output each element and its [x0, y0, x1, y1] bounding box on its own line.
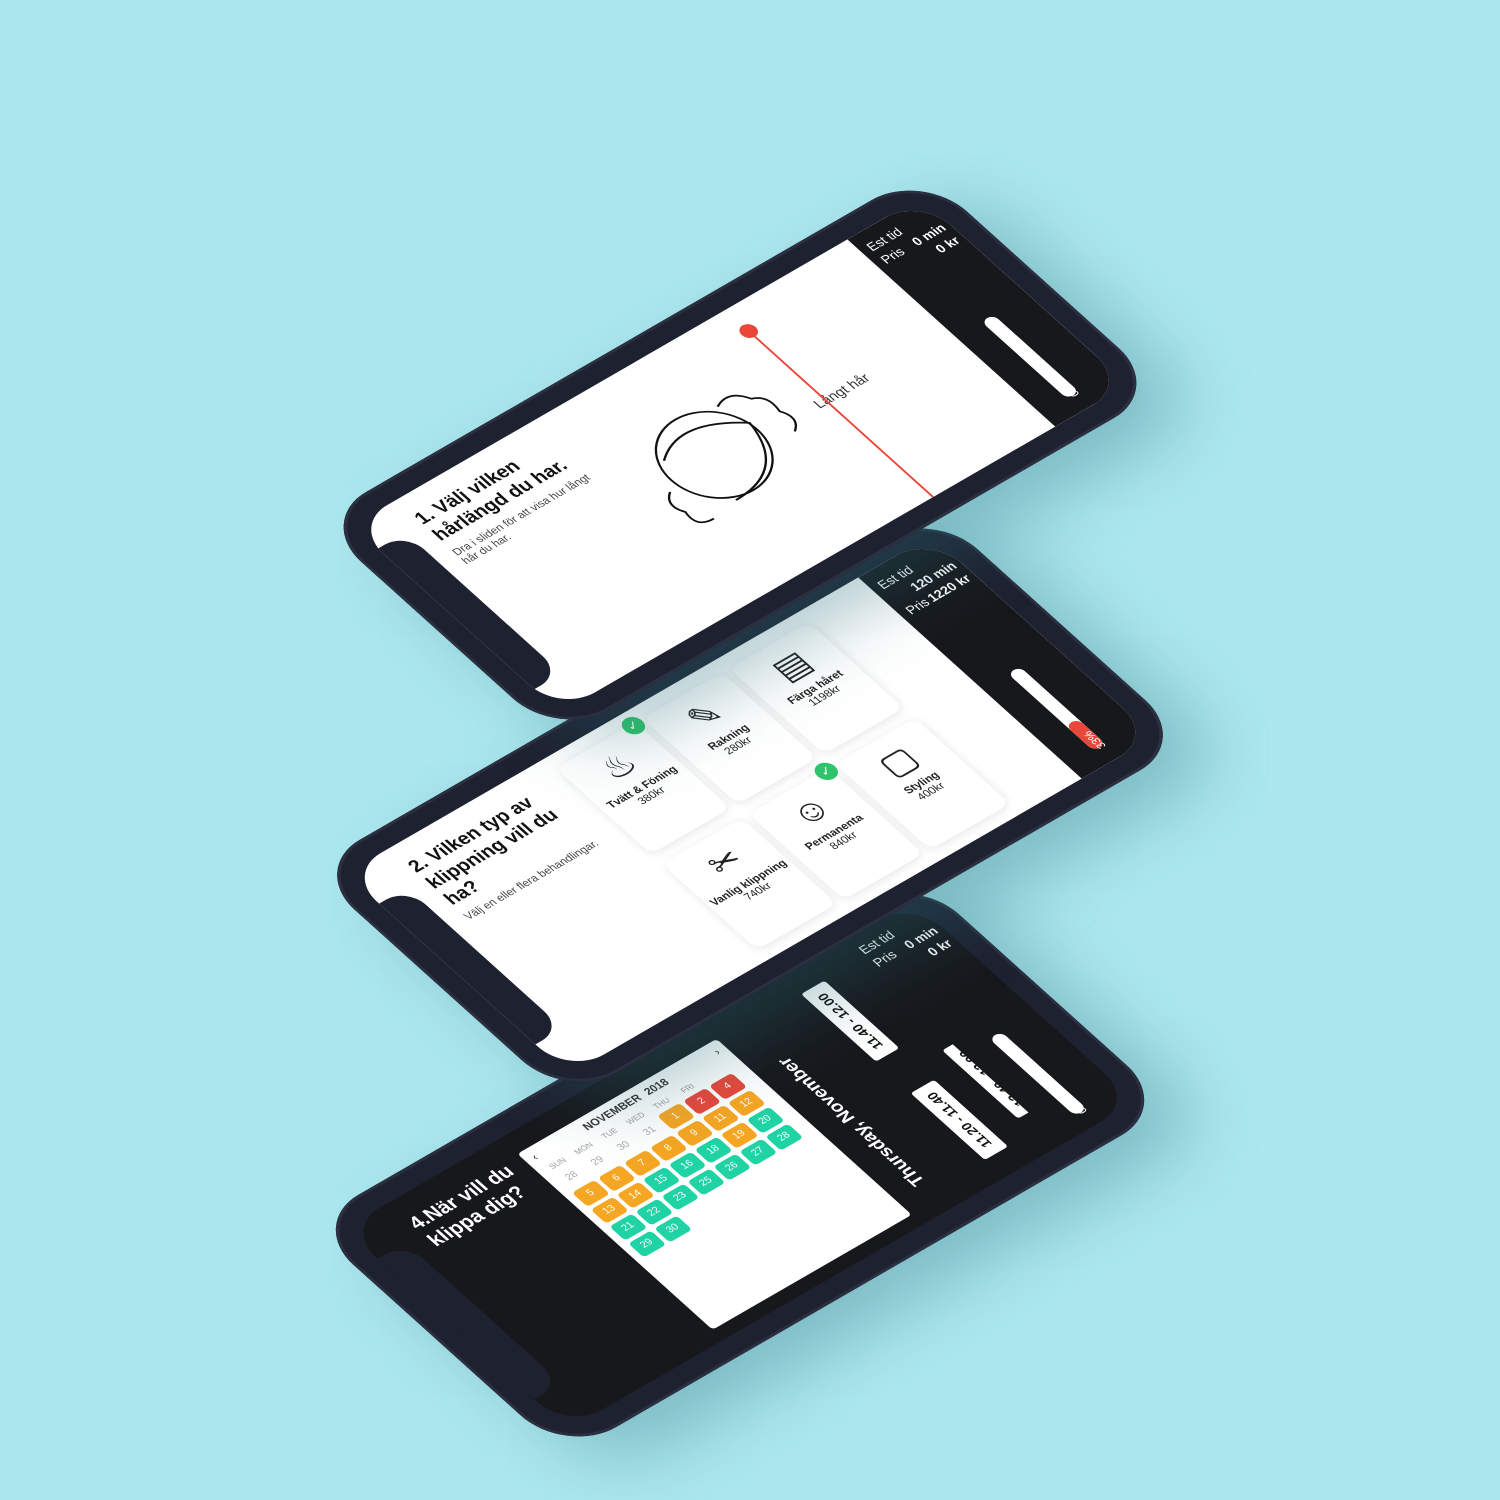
- progress-bar: 0%: [981, 314, 1083, 399]
- page-title: 4.När vill du klippa dig?: [403, 1161, 532, 1251]
- calendar-grid: 2829303112456789111213141516181920212223…: [550, 1066, 833, 1259]
- estimate: Est tid 0 min Pris 0 kr: [862, 207, 965, 280]
- page-header: 2. Vilken typ av klippning vill du ha? V…: [403, 781, 610, 922]
- hair-illustration: [654, 394, 797, 524]
- summary-footer: Est tid 0 min Pris 0 kr 0%: [847, 197, 1128, 427]
- prev-month-button[interactable]: ‹: [529, 1152, 542, 1162]
- notch: [376, 1242, 562, 1401]
- page-header: 1. Välj vilken hårlängd du har. Dra i sl…: [409, 428, 616, 566]
- calendar: ‹ NOVEMBER 2018 › SUNMONTUEWEDTHUFRI 282…: [517, 1038, 912, 1330]
- summary-footer: Est tid 0 min Pris 0 kr 0%: [839, 900, 1136, 1144]
- slider-label: Långt hår: [809, 370, 874, 412]
- progress-bar: 33%: [1007, 666, 1109, 751]
- estimate: Est tid 120 min Pris 1220 kr: [873, 545, 976, 618]
- next-month-button[interactable]: ›: [711, 1047, 724, 1057]
- slider-handle[interactable]: [735, 321, 762, 341]
- time-slot-2[interactable]: 11.40 - 12.00: [801, 980, 900, 1062]
- page-title: 2. Vilken typ av klippning vill du ha?: [403, 793, 564, 909]
